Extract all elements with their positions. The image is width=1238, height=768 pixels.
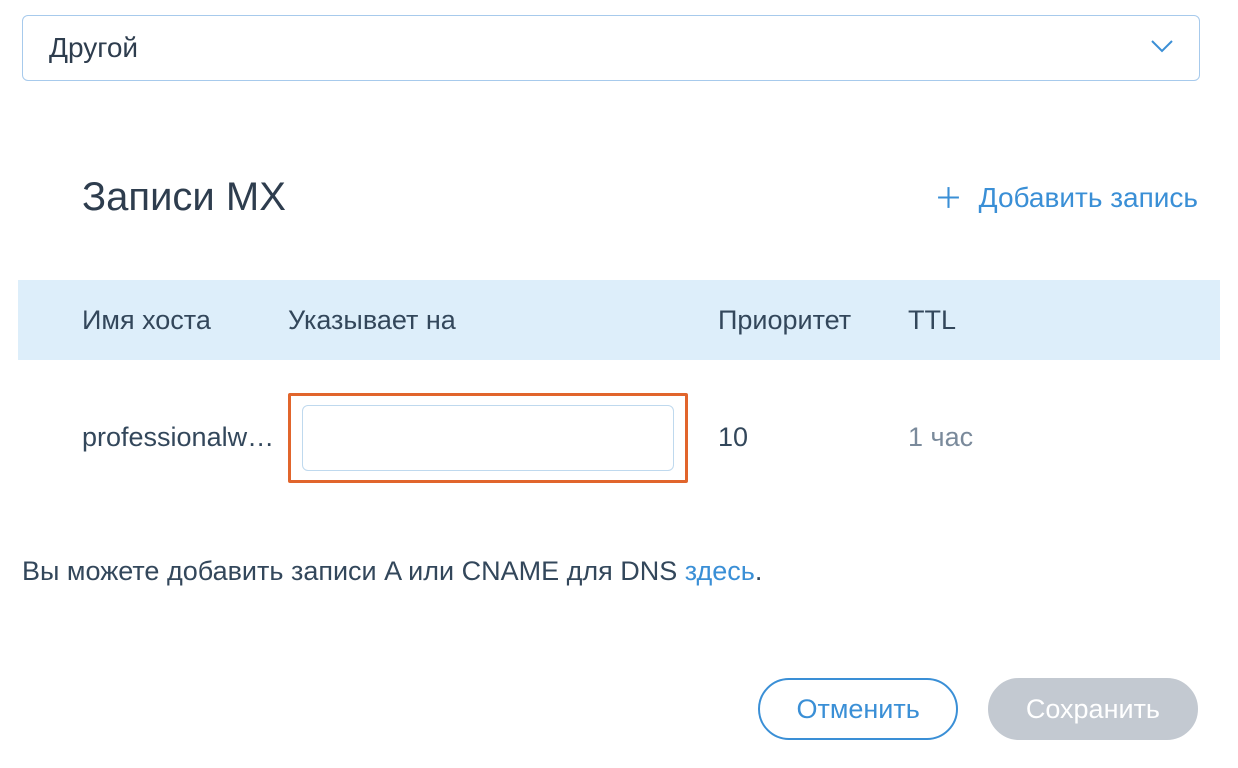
- cell-priority: 10: [718, 422, 908, 453]
- mx-records-table: Имя хоста Указывает на Приоритет TTL pro…: [18, 280, 1220, 515]
- plus-icon: [936, 185, 961, 210]
- col-header-points-to: Указывает на: [288, 305, 718, 336]
- email-provider-dropdown-label: Другой: [49, 32, 1151, 64]
- dns-settings-link[interactable]: здесь: [685, 556, 755, 586]
- col-header-ttl: TTL: [908, 305, 1220, 336]
- mx-records-header: Записи MX Добавить запись: [82, 175, 1198, 220]
- cell-points-to: [288, 393, 718, 483]
- add-record-button[interactable]: Добавить запись: [936, 182, 1198, 214]
- cancel-button[interactable]: Отменить: [758, 678, 957, 740]
- email-provider-dropdown[interactable]: Другой: [22, 15, 1200, 81]
- chevron-down-icon: [1151, 39, 1173, 58]
- mx-records-title: Записи MX: [82, 175, 936, 220]
- cell-ttl: 1 час: [908, 422, 1220, 453]
- form-buttons: Отменить Сохранить: [758, 678, 1198, 740]
- table-header-row: Имя хоста Указывает на Приоритет TTL: [18, 280, 1220, 360]
- dns-footnote: Вы можете добавить записи A или CNAME дл…: [22, 556, 762, 587]
- dns-footnote-prefix: Вы можете добавить записи A или CNAME дл…: [22, 556, 685, 586]
- cell-host: professionalw…: [18, 422, 288, 453]
- points-to-input[interactable]: [302, 405, 674, 471]
- dns-footnote-suffix: .: [755, 556, 763, 586]
- table-row: professionalw… 10 1 час: [18, 360, 1220, 515]
- save-button: Сохранить: [988, 678, 1198, 740]
- add-record-label: Добавить запись: [979, 182, 1198, 214]
- points-to-highlight-box: [288, 393, 688, 483]
- col-header-host: Имя хоста: [18, 305, 288, 336]
- col-header-priority: Приоритет: [718, 305, 908, 336]
